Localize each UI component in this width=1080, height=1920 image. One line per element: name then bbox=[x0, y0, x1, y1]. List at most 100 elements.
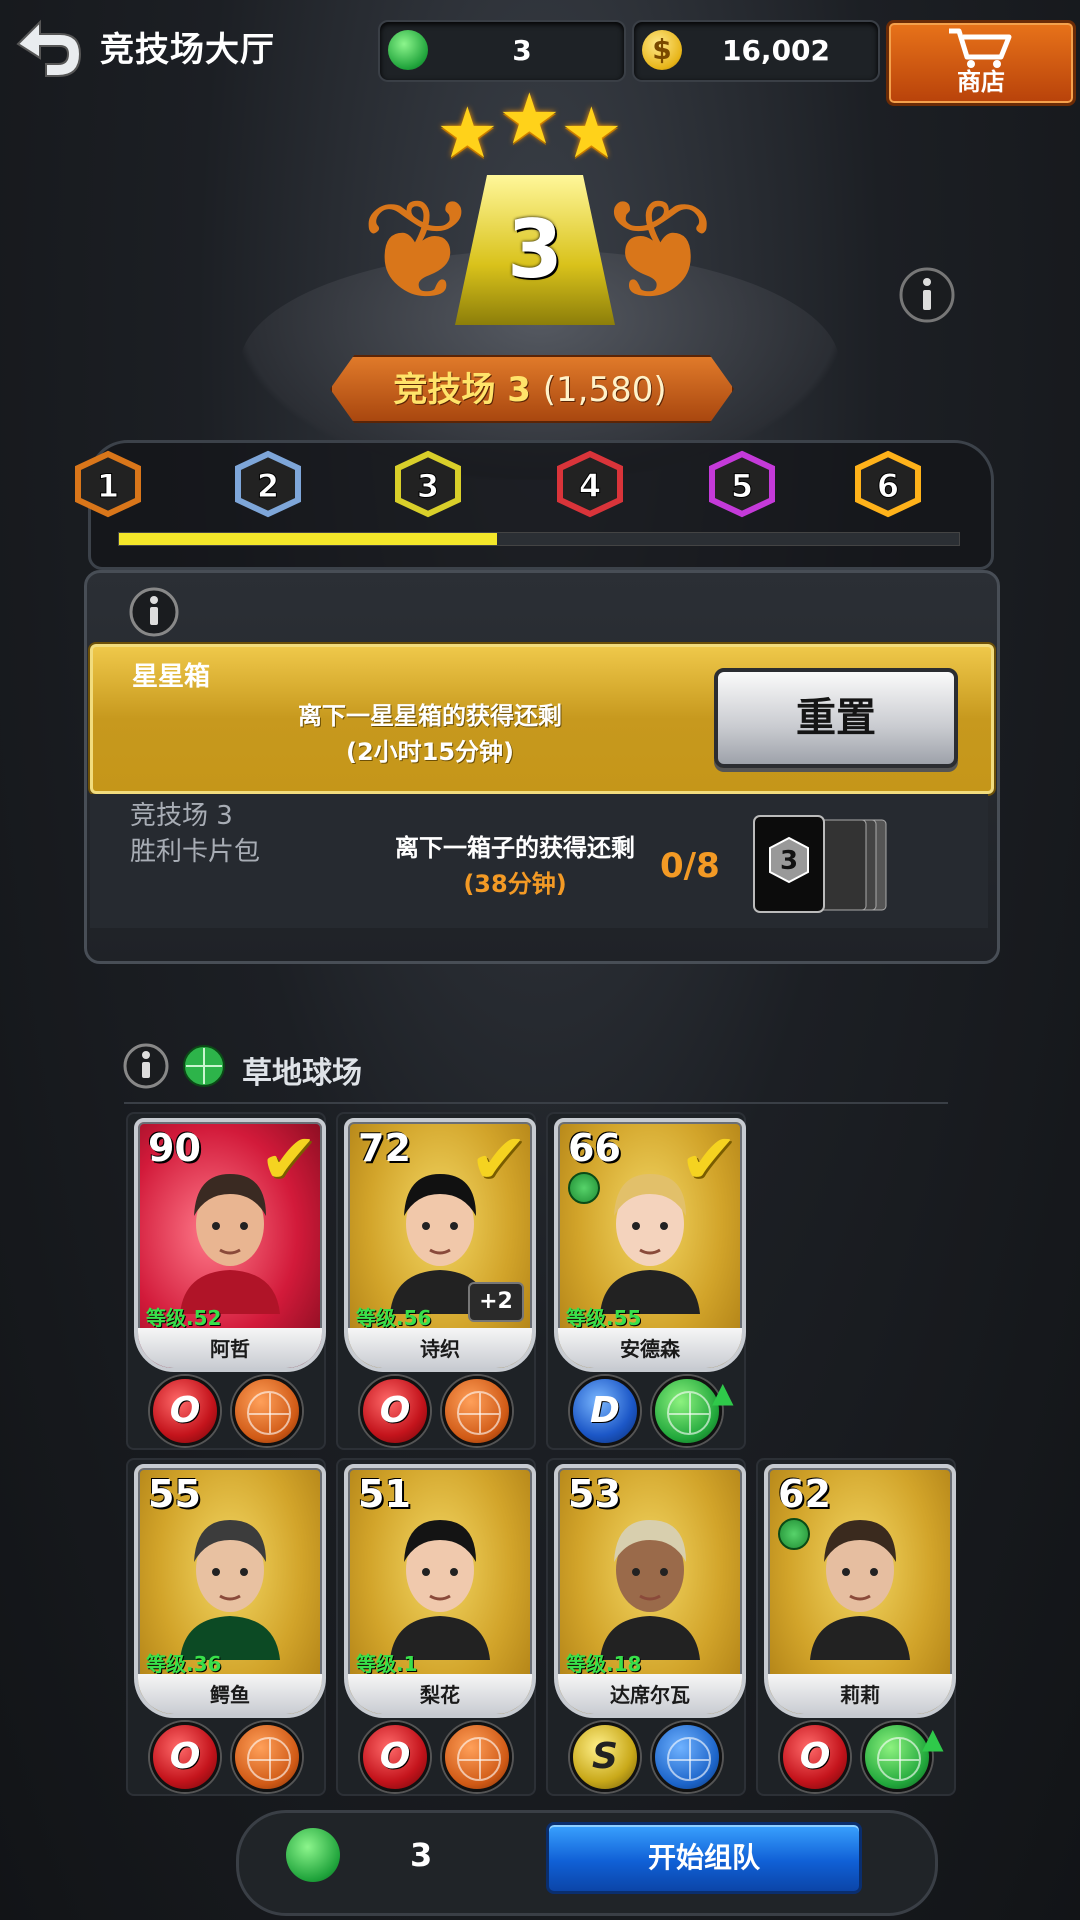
tier-number: 1 bbox=[97, 467, 119, 505]
player-portrait bbox=[390, 1520, 490, 1660]
player-card[interactable]: 53 等级.18 达席尔瓦 bbox=[554, 1464, 746, 1718]
star-box-timer: 离下一星星箱的获得还剩 (2小时15分钟) bbox=[240, 698, 620, 770]
player-rating: 90 bbox=[148, 1126, 201, 1170]
player-slot[interactable]: 62 莉莉 O ▲ bbox=[756, 1458, 956, 1796]
page-title: 竞技场大厅 bbox=[100, 30, 275, 70]
player-rating: 72 bbox=[358, 1126, 411, 1170]
tier-icon-4: 4 bbox=[550, 450, 630, 520]
tier-number: 2 bbox=[257, 467, 279, 505]
player-level: 等级.55 bbox=[566, 1306, 642, 1330]
shop-button[interactable]: 商店 bbox=[886, 20, 1076, 106]
energy-value: 3 bbox=[512, 34, 532, 67]
grass-court-icon bbox=[568, 1172, 600, 1204]
player-level: 等级.56 bbox=[356, 1306, 432, 1330]
energy-counter: 3 bbox=[378, 20, 626, 82]
energy-cost: 3 bbox=[410, 1836, 433, 1874]
player-slot[interactable]: 72 ✔ +2 等级.56 诗织 O bbox=[336, 1112, 536, 1450]
player-portrait bbox=[810, 1520, 910, 1660]
player-level: 等级.1 bbox=[356, 1652, 418, 1676]
star-icon: ★ bbox=[498, 78, 561, 160]
player-slot[interactable]: 90 ✔ 等级.52 阿哲 O bbox=[126, 1112, 326, 1450]
tier-icon-2: 2 bbox=[228, 450, 308, 520]
player-level: 等级.52 bbox=[146, 1306, 222, 1330]
player-card[interactable]: 62 莉莉 bbox=[764, 1464, 956, 1718]
info-icon[interactable] bbox=[898, 266, 956, 324]
laurel-right-icon: ❦ bbox=[598, 170, 716, 333]
tier-icon-1: 1 bbox=[68, 450, 148, 520]
arena-name: 竞技场 3 bbox=[393, 370, 531, 410]
player-card[interactable]: 55 等级.36 鳄鱼 bbox=[134, 1464, 326, 1718]
grass-court-icon bbox=[778, 1518, 810, 1550]
gold-coin-icon: $ bbox=[642, 30, 682, 70]
gold-value: 16,002 bbox=[721, 34, 831, 67]
star-box-timer-label: 离下一星星箱的获得还剩 bbox=[298, 702, 562, 730]
player-name: 安德森 bbox=[620, 1337, 680, 1361]
shop-label: 商店 bbox=[957, 68, 1005, 96]
player-card[interactable]: 90 ✔ 等级.52 阿哲 bbox=[134, 1118, 326, 1372]
reset-button[interactable]: 重置 bbox=[714, 668, 958, 768]
tier-icon-6: 6 bbox=[848, 450, 928, 520]
gold-counter: $ 16,002 bbox=[632, 20, 880, 82]
player-rating: 66 bbox=[568, 1126, 621, 1170]
tier-progress-fill bbox=[119, 533, 497, 545]
boost-arrow-icon: ▲ bbox=[712, 1376, 734, 1409]
victory-pack-name: 胜利卡片包 bbox=[130, 837, 261, 867]
player-slot[interactable]: 55 等级.36 鳄鱼 O bbox=[126, 1458, 326, 1796]
arena-rank-number: 3 bbox=[507, 203, 563, 296]
tier-number: 3 bbox=[417, 467, 439, 505]
player-rating: 53 bbox=[568, 1472, 621, 1516]
selected-check-icon: ✔ bbox=[259, 1118, 318, 1200]
back-arrow-icon[interactable] bbox=[8, 14, 88, 84]
player-rating: 55 bbox=[148, 1472, 201, 1516]
tier-icon-5: 5 bbox=[702, 450, 782, 520]
divider bbox=[124, 1102, 948, 1104]
player-slot[interactable]: 66 ✔ 等级.55 安德森 D ▲ bbox=[546, 1112, 746, 1450]
arena-banner-text: 竞技场 3 (1,580) bbox=[330, 362, 730, 411]
player-name: 梨花 bbox=[420, 1683, 460, 1707]
victory-pack-arena: 竞技场 3 bbox=[130, 801, 233, 831]
card-pack-rank: 3 bbox=[780, 846, 798, 876]
player-portrait bbox=[180, 1520, 280, 1660]
arena-points: (1,580) bbox=[542, 370, 667, 410]
tier-icon-3: 3 bbox=[388, 450, 468, 520]
play-style-s-icon: S bbox=[570, 1722, 640, 1792]
clay-court-icon bbox=[232, 1722, 302, 1792]
court-title: 草地球场 bbox=[242, 1056, 362, 1091]
victory-card-pack-icon: 3 bbox=[752, 814, 892, 914]
player-slot[interactable]: 53 等级.18 达席尔瓦 S bbox=[546, 1458, 746, 1796]
grass-court-icon bbox=[182, 1044, 226, 1088]
player-card[interactable]: 51 等级.1 梨花 bbox=[344, 1464, 536, 1718]
energy-icon bbox=[286, 1828, 340, 1882]
info-icon[interactable] bbox=[128, 586, 180, 638]
start-team-button[interactable]: 开始组队 bbox=[546, 1822, 862, 1894]
clay-court-icon bbox=[442, 1376, 512, 1446]
victory-pack-title: 竞技场 3 胜利卡片包 bbox=[130, 798, 260, 870]
selected-check-icon: ✔ bbox=[679, 1118, 738, 1200]
victory-pack-timer: 离下一箱子的获得还剩 (38分钟) bbox=[370, 830, 660, 902]
victory-pack-timer-value: (38分钟) bbox=[463, 870, 567, 898]
info-icon[interactable] bbox=[122, 1042, 170, 1090]
player-card[interactable]: 72 ✔ +2 等级.56 诗织 bbox=[344, 1118, 536, 1372]
clay-court-icon bbox=[442, 1722, 512, 1792]
play-style-o-icon: O bbox=[150, 1722, 220, 1792]
energy-icon bbox=[388, 30, 428, 70]
tier-number: 6 bbox=[877, 467, 899, 505]
hard-court-icon bbox=[652, 1722, 722, 1792]
play-style-o-icon: O bbox=[780, 1722, 850, 1792]
player-slot[interactable]: 51 等级.1 梨花 O bbox=[336, 1458, 536, 1796]
play-style-o-icon: O bbox=[360, 1722, 430, 1792]
player-rating: 51 bbox=[358, 1472, 411, 1516]
star-icon: ★ bbox=[560, 92, 623, 174]
victory-pack-count: 0/8 bbox=[660, 846, 720, 886]
star-icon: ★ bbox=[436, 92, 499, 174]
player-name: 阿哲 bbox=[210, 1337, 250, 1361]
play-style-d-icon: D bbox=[570, 1376, 640, 1446]
tier-number: 5 bbox=[731, 467, 753, 505]
player-name: 达席尔瓦 bbox=[610, 1683, 690, 1707]
player-name: 鳄鱼 bbox=[210, 1683, 250, 1707]
tier-number: 4 bbox=[579, 467, 601, 505]
boost-arrow-icon: ▲ bbox=[922, 1722, 944, 1755]
player-name: 莉莉 bbox=[840, 1683, 880, 1707]
player-card[interactable]: 66 ✔ 等级.55 安德森 bbox=[554, 1118, 746, 1372]
clay-court-icon bbox=[232, 1376, 302, 1446]
